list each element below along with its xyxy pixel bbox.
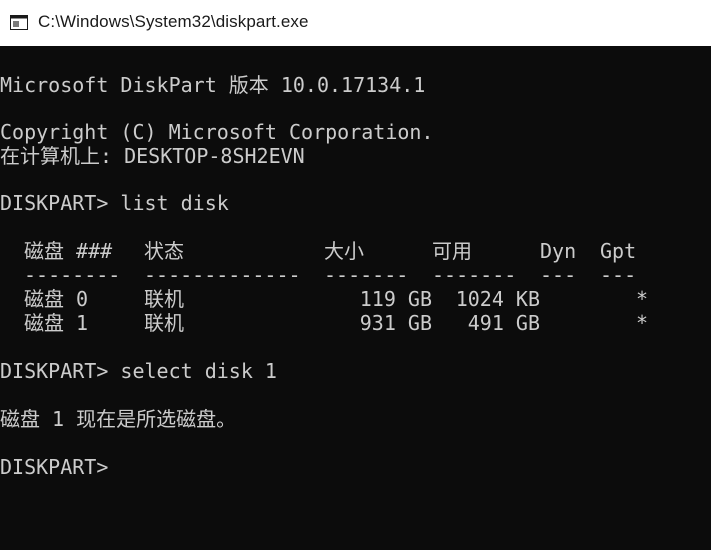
console-output[interactable]: Microsoft DiskPart 版本 10.0.17134.1 Copyr… (0, 46, 711, 550)
window-title: C:\Windows\System32\diskpart.exe (38, 12, 309, 31)
console-window-icon (10, 15, 28, 30)
row-status: 联机 (144, 287, 184, 311)
header-gpt: Gpt (600, 239, 637, 263)
copyright-line: Copyright (C) Microsoft Corporation. (0, 120, 434, 144)
command-select-disk: DISKPART> select disk 1 (0, 359, 277, 383)
header-free: 可用 (432, 239, 472, 263)
separator-disk: -------- (24, 263, 121, 287)
row-gpt: * (636, 287, 649, 311)
separator-free: ------- (432, 263, 517, 287)
row-free: 491 GB (467, 311, 540, 335)
row-free: 1024 KB (455, 287, 540, 311)
header-status: 状态 (144, 239, 184, 263)
separator-size: ------- (324, 263, 409, 287)
row-status: 联机 (144, 311, 184, 335)
separator-dyn: --- (540, 263, 577, 287)
row-gpt: * (636, 311, 649, 335)
title-bar[interactable]: C:\Windows\System32\diskpart.exe (0, 0, 711, 46)
row-size: 119 GB (359, 287, 432, 311)
current-prompt[interactable]: DISKPART> (0, 455, 108, 479)
row-size: 931 GB (359, 311, 432, 335)
command-list-disk: DISKPART> list disk (0, 191, 229, 215)
row-disk: 磁盘 1 (24, 311, 89, 335)
separator-gpt: --- (600, 263, 637, 287)
row-disk: 磁盘 0 (24, 287, 89, 311)
version-line: Microsoft DiskPart 版本 10.0.17134.1 (0, 73, 426, 97)
computer-name-line: 在计算机上: DESKTOP-8SH2EVN (0, 144, 305, 168)
header-size: 大小 (324, 239, 364, 263)
header-disk: 磁盘 ### (24, 239, 113, 263)
console-window: C:\Windows\System32\diskpart.exe Microso… (0, 0, 711, 550)
header-dyn: Dyn (540, 239, 577, 263)
selection-result-line: 磁盘 1 现在是所选磁盘。 (0, 407, 237, 431)
separator-status: ------------- (144, 263, 301, 287)
